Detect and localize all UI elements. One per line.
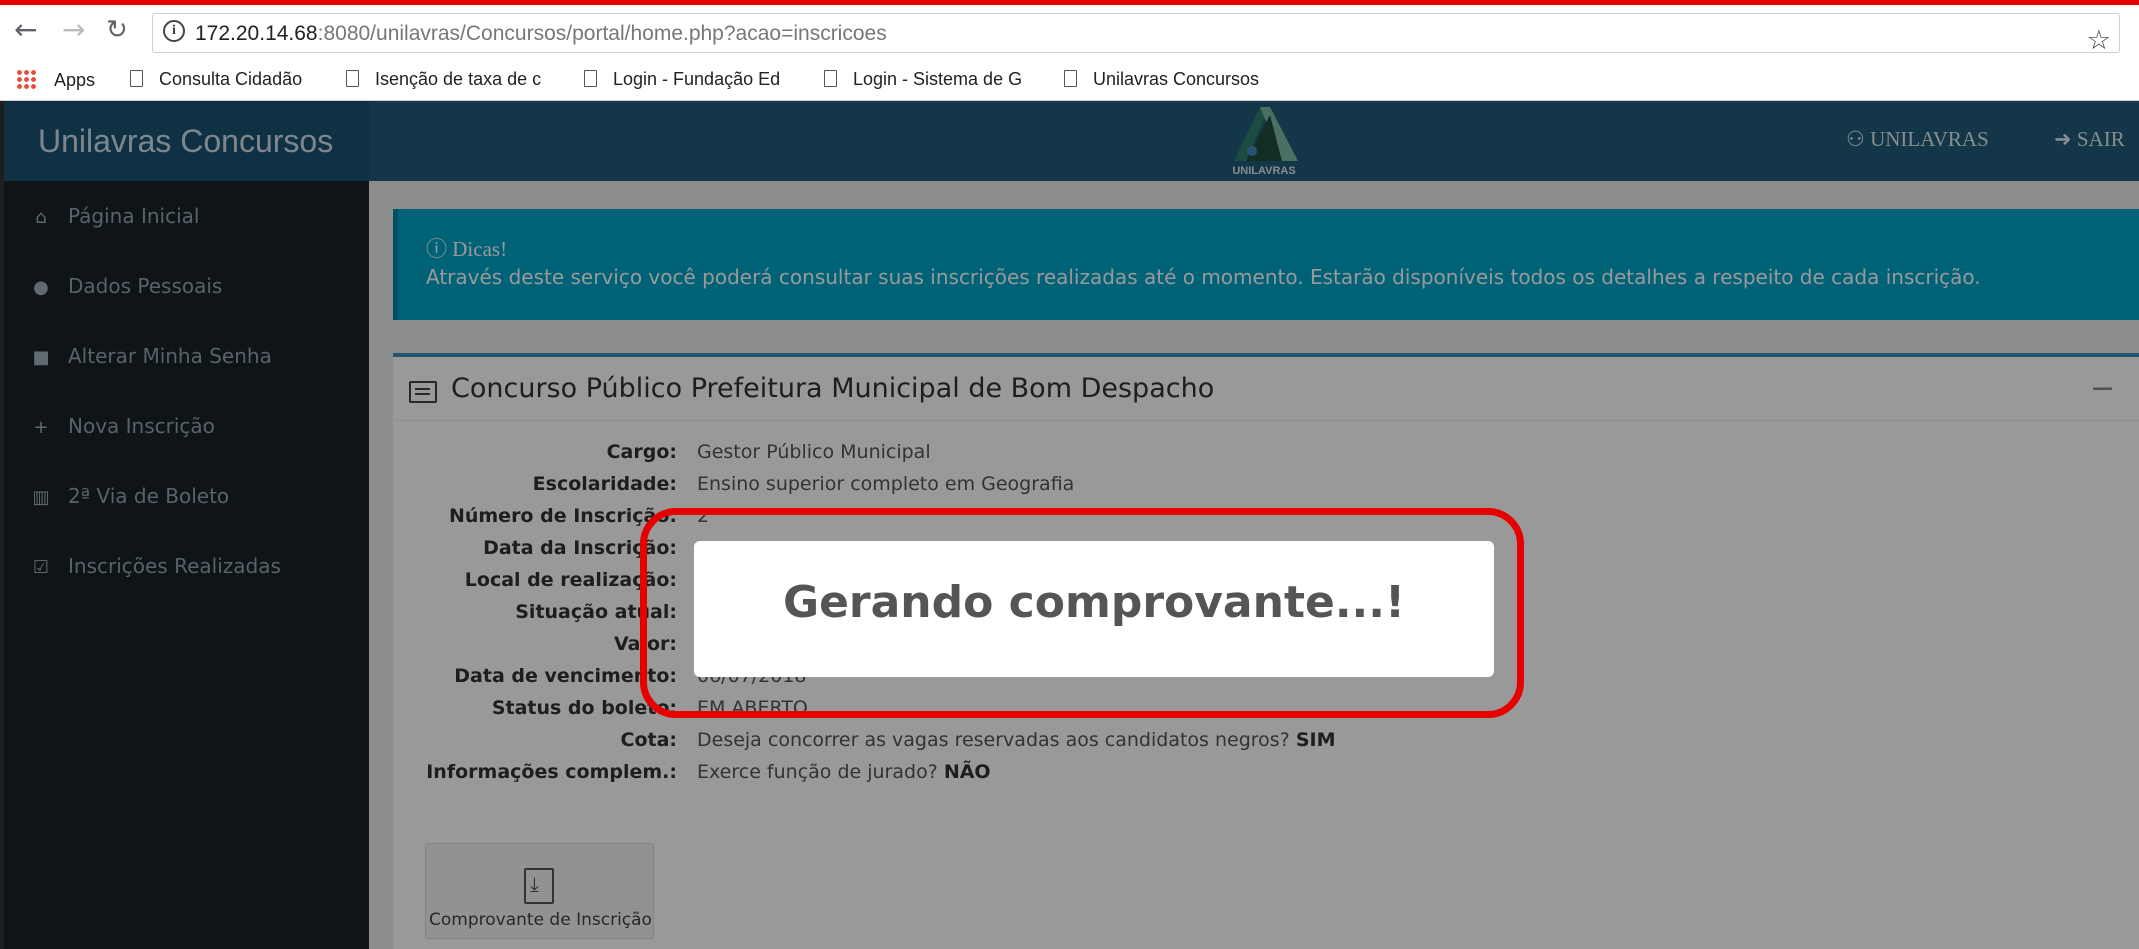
page-icon (584, 70, 597, 87)
page-icon (1064, 70, 1077, 87)
browser-chrome: ← → ↻ i 172.20.14.68:8080/unilavras/Conc… (0, 5, 2139, 101)
forward-icon[interactable]: → (62, 13, 85, 47)
back-icon[interactable]: ← (14, 13, 37, 47)
bookmark-unilavras[interactable]: Unilavras Concursos (1064, 69, 1259, 90)
page-icon (130, 70, 143, 87)
page-icon (346, 70, 359, 87)
apps-grid-icon (16, 69, 36, 89)
reload-icon[interactable]: ↻ (106, 13, 128, 47)
star-icon[interactable]: ☆ (2087, 27, 2111, 55)
info-icon[interactable]: i (163, 20, 185, 42)
bookmark-login-fundacao[interactable]: Login - Fundação Ed (584, 69, 780, 90)
address-bar[interactable]: i 172.20.14.68:8080/unilavras/Concursos/… (152, 13, 2120, 55)
page-icon (824, 70, 837, 87)
url-text[interactable]: 172.20.14.68:8080/unilavras/Concursos/po… (195, 22, 887, 46)
bookmark-apps[interactable]: Apps (16, 69, 95, 91)
annotation-highlight (640, 508, 1524, 718)
bookmark-consulta-cidadao[interactable]: Consulta Cidadão (130, 69, 302, 90)
bookmark-isencao[interactable]: Isenção de taxa de c (346, 69, 541, 90)
bookmark-login-sistema[interactable]: Login - Sistema de G (824, 69, 1022, 90)
bookmarks-bar: Apps Consulta Cidadão Isenção de taxa de… (0, 59, 2139, 99)
